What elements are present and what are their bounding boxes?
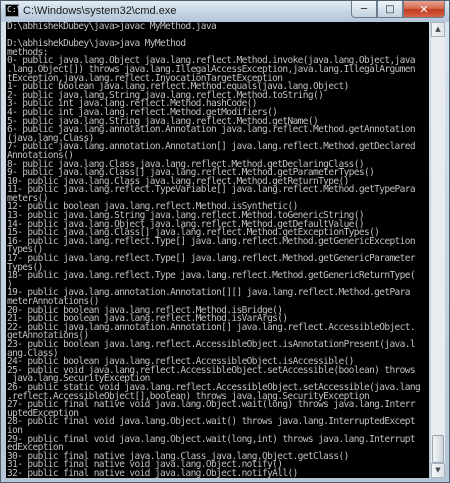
console-text: D:\abhishekDubey\java>javac MyMethod.jav…: [6, 22, 429, 478]
scroll-up-button[interactable]: ▲: [431, 22, 445, 37]
caption-buttons: ─ □ ✕: [351, 1, 445, 18]
console-line: 28- public final void java.lang.Object.w…: [7, 416, 416, 428]
console-line: 17- public java.lang.reflect.Type[] java…: [7, 253, 416, 265]
cmd-icon[interactable]: C:\: [5, 4, 22, 17]
title-bar[interactable]: C:\ C:\Windows\system32\cmd.exe ─ □ ✕: [1, 1, 449, 22]
console-line: 23- public boolean java.lang.reflect.Acc…: [7, 338, 416, 350]
vertical-scrollbar[interactable]: ▲ ▼: [430, 22, 445, 478]
maximize-button[interactable]: □: [377, 1, 403, 18]
minimize-button[interactable]: ─: [351, 1, 377, 18]
console-line: 16- public java.lang.reflect.Type[] java…: [7, 235, 416, 247]
console-window: C:\ C:\Windows\system32\cmd.exe ─ □ ✕ D:…: [0, 0, 450, 483]
console-line: D:\abhishekDubey\java>javac MyMethod.jav…: [7, 22, 217, 32]
console-line: 11- public java.lang.reflect.TypeVariabl…: [7, 184, 416, 196]
close-button[interactable]: ✕: [403, 1, 445, 18]
cmd-icon-text: C:\: [7, 5, 22, 14]
scroll-down-button[interactable]: ▼: [431, 463, 445, 478]
scroll-thumb[interactable]: [432, 435, 444, 463]
console-line: 18- public java.lang.reflect.Type java.l…: [7, 270, 416, 282]
console-output[interactable]: D:\abhishekDubey\java>javac MyMethod.jav…: [6, 22, 429, 478]
console-line: 32- public final native void java.lang.O…: [7, 467, 298, 478]
window-title: C:\Windows\system32\cmd.exe: [23, 5, 177, 17]
console-line: 29- public final void java.lang.Object.w…: [7, 433, 416, 445]
